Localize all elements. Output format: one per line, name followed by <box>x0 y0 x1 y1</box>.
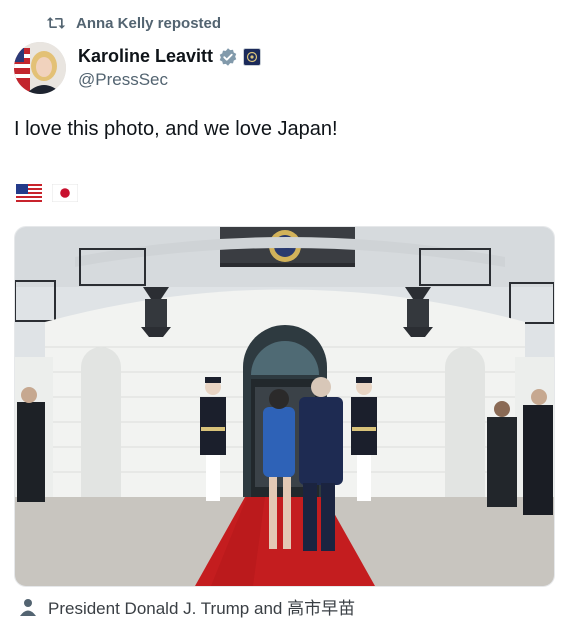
post-text: I love this photo, and we love Japan! <box>14 118 338 140</box>
japan-flag-icon <box>52 184 78 202</box>
us-flag-icon <box>16 184 42 202</box>
media-caption-text: President Donald J. Trump and 高市早苗 <box>48 599 356 618</box>
media-caption[interactable]: President Donald J. Trump and 高市早苗 <box>18 594 355 619</box>
repost-text[interactable]: Anna Kelly reposted <box>76 15 221 32</box>
repost-icon <box>46 17 66 29</box>
post-photo[interactable] <box>14 226 555 587</box>
emoji-row <box>16 184 78 202</box>
avatar[interactable] <box>14 42 66 94</box>
author-block: Karoline Leavitt @PressSec <box>14 42 262 94</box>
author-display-name[interactable]: Karoline Leavitt <box>78 46 213 67</box>
author-handle[interactable]: @PressSec <box>78 70 261 90</box>
affiliation-badge-icon[interactable] <box>243 47 262 66</box>
repost-indicator: Anna Kelly reposted <box>46 14 221 32</box>
verified-badge-icon <box>219 47 237 66</box>
person-tag-icon <box>20 598 36 616</box>
